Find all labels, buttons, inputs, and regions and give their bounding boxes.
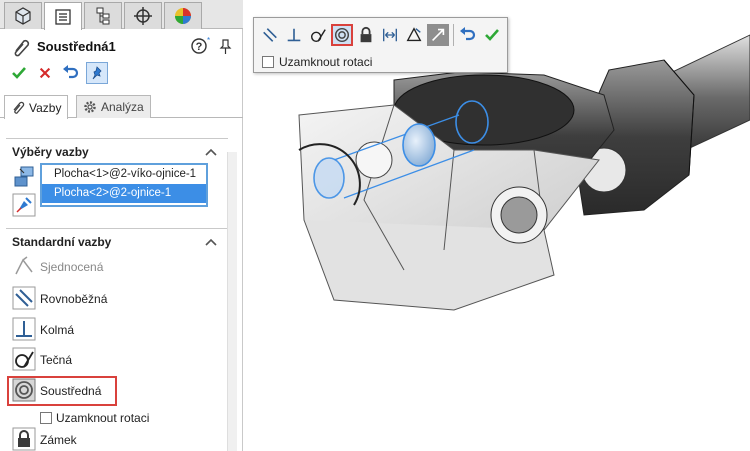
property-manager-panel: Soustředná1 ? * Vazby Analýza Výběry vazb… — [0, 0, 243, 451]
keep-visible-button[interactable] — [86, 62, 108, 84]
standard-mates-heading: Standardní vazby — [12, 235, 112, 249]
check-icon — [485, 29, 499, 41]
parallel-label: Rovnoběžná — [40, 292, 108, 306]
divider — [6, 228, 228, 229]
cancel-button[interactable] — [34, 62, 56, 84]
scrollbar[interactable] — [227, 152, 237, 451]
featuremanager-icon — [15, 7, 31, 25]
lock-rotation-checkbox[interactable] — [40, 412, 52, 424]
toolbar-concentric-button[interactable] — [331, 24, 353, 46]
gear-icon — [84, 101, 96, 113]
toolbar-lock-rotation-label: Uzamknout rotaci — [279, 55, 373, 69]
propertymanager-icon — [55, 8, 71, 25]
ok-button[interactable] — [8, 62, 30, 84]
undo-button[interactable] — [60, 62, 82, 84]
mate-paperclip-icon — [13, 101, 25, 114]
coincident-icon — [15, 256, 33, 275]
appearance-icon — [175, 8, 191, 24]
perpendicular-label: Kolmá — [40, 323, 75, 337]
manager-tabs — [0, 0, 243, 30]
tangent-icon — [310, 29, 326, 43]
configuration-icon — [96, 7, 110, 25]
check-icon — [12, 67, 26, 79]
distance-icon — [383, 28, 397, 42]
mate-pop-up-toolbar: Uzamknout rotaci — [253, 17, 508, 73]
tab-mates[interactable]: Vazby — [4, 95, 69, 119]
tangent-icon — [12, 347, 36, 371]
mate-selections-list[interactable]: Plocha<1>@2-víko-ojnice-1 Plocha<2>@2-oj… — [40, 163, 208, 207]
coincident-label: Sjednocená — [40, 260, 104, 274]
concentric-highlight — [7, 376, 117, 406]
parallel-icon — [263, 28, 277, 42]
toolbar-parallel-button[interactable] — [259, 24, 281, 46]
crosshair-icon — [134, 7, 152, 25]
mate-paperclip-icon — [14, 39, 30, 57]
configuration-tab[interactable] — [84, 2, 122, 29]
toolbar-ok-button[interactable] — [481, 24, 503, 46]
undo-icon — [460, 27, 476, 41]
pm-header: Soustředná1 ? * — [0, 30, 243, 90]
close-icon — [39, 67, 51, 79]
lock-label: Zámek — [40, 433, 77, 447]
divider — [6, 138, 228, 139]
toolbar-undo-button[interactable] — [457, 24, 479, 46]
toolbar-angle-button[interactable] — [403, 24, 425, 46]
tangent-mate-button[interactable]: Tečná — [10, 347, 210, 373]
lock-rotation-label: Uzamknout rotaci — [56, 411, 150, 425]
perpendicular-icon — [287, 28, 301, 42]
entities-to-mate-icon — [14, 166, 34, 187]
svg-text:?: ? — [196, 41, 203, 53]
svg-text:*: * — [207, 36, 210, 45]
angle-icon — [406, 27, 422, 42]
toolbar-separator — [453, 24, 454, 46]
mates-pushpin-icon[interactable] — [12, 193, 36, 217]
list-item[interactable]: Plocha<1>@2-víko-ojnice-1 — [42, 165, 206, 184]
parallel-icon — [12, 286, 36, 310]
tab-analysis[interactable]: Analýza — [76, 95, 151, 118]
toolbar-distance-button[interactable] — [379, 24, 401, 46]
undo-icon — [63, 65, 79, 79]
pushpin-icon — [92, 66, 102, 80]
toolbar-alignment-button[interactable] — [427, 24, 449, 46]
toolbar-perpendicular-button[interactable] — [283, 24, 305, 46]
mate-alignment-icon — [432, 28, 445, 41]
chevron-up-icon[interactable] — [205, 147, 217, 157]
mate-selections-heading: Výběry vazby — [12, 145, 89, 159]
help-icon[interactable]: ?* — [190, 36, 210, 56]
lock-icon — [12, 427, 36, 451]
pm-sub-tabs: Vazby Analýza — [0, 92, 243, 119]
tab-analysis-label: Analýza — [101, 100, 144, 114]
featuremanager-tab[interactable] — [4, 2, 42, 29]
lock-icon — [360, 26, 372, 43]
tangent-label: Tečná — [40, 353, 73, 367]
pm-title: Soustředná1 — [37, 39, 116, 54]
toolbar-lock-rotation-checkbox[interactable] — [262, 56, 274, 68]
toolbar-lock-button[interactable] — [355, 24, 377, 46]
concentric-icon — [334, 27, 350, 43]
toolbar-tangent-button[interactable] — [307, 24, 329, 46]
display-manager-tab[interactable] — [164, 2, 202, 29]
tab-mates-label: Vazby — [29, 100, 62, 115]
list-item[interactable]: Plocha<2>@2-ojnice-1 — [42, 184, 206, 203]
parallel-mate-button[interactable]: Rovnoběžná — [10, 286, 210, 312]
dimxpert-tab[interactable] — [124, 2, 162, 29]
perpendicular-icon — [12, 317, 36, 341]
propertymanager-tab[interactable] — [44, 2, 82, 30]
perpendicular-mate-button[interactable]: Kolmá — [10, 317, 210, 343]
coincident-mate-button[interactable]: Sjednocená — [10, 254, 210, 280]
pushpin-icon[interactable] — [216, 38, 234, 56]
chevron-up-icon[interactable] — [205, 237, 217, 247]
lock-mate-button[interactable]: Zámek — [10, 427, 210, 451]
